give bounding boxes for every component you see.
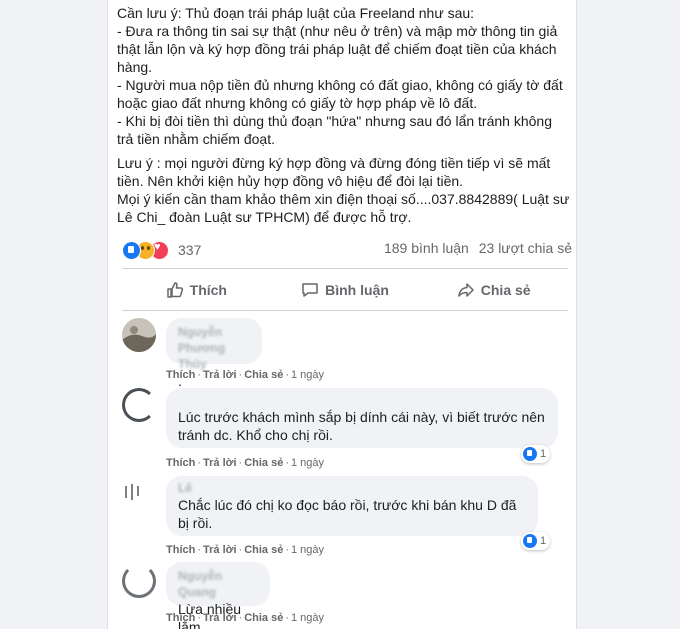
comment-share-link[interactable]: Chia sẻ [244, 544, 283, 556]
comment-item: Lúc trước khách mình sắp bị dính cái này… [122, 388, 562, 472]
comment-like-badge[interactable]: 1 [521, 445, 551, 463]
comment-item: Nguyễn Quang Lừa nhiều lắm Thích · Trả lời… [122, 562, 562, 629]
separator: · [285, 544, 289, 556]
comment-share-link[interactable]: Chia sẻ [244, 612, 283, 624]
post-paragraph: - Khi bị đòi tiền thì dùng thủ đoạn "hứa… [117, 113, 552, 147]
comment-actions: Thích · Trả lời · Chia sẻ · 1 ngày [166, 612, 324, 624]
comment-item: Lê Chắc lúc đó chị ko đọc báo rồi, trước… [122, 476, 562, 560]
comment-reply-link[interactable]: Trả lời [203, 544, 237, 556]
commenter-avatar[interactable] [122, 318, 156, 352]
comment-timestamp[interactable]: 1 ngày [291, 612, 324, 624]
like-icon [523, 534, 537, 548]
comment-button[interactable]: Bình luận [271, 272, 420, 308]
comment-label: Bình luận [325, 282, 389, 298]
comment-bubble: Lê Chắc lúc đó chị ko đọc báo rồi, trước… [166, 476, 538, 536]
comment-share-link[interactable]: Chia sẻ [244, 369, 283, 381]
separator: · [238, 457, 243, 469]
separator: · [238, 544, 243, 556]
comment-timestamp[interactable]: 1 ngày [291, 457, 324, 469]
comment-item: Nguyễn Phương Thủy . Thích · Trả lời · Chia … [122, 318, 562, 389]
comment-like-link[interactable]: Thích [166, 369, 195, 381]
comment-text: Chắc lúc đó chị ko đọc báo rồi, trước kh… [178, 497, 517, 531]
comment-author[interactable]: Lê [178, 480, 192, 496]
comment-count-link[interactable]: 189 bình luận [384, 240, 469, 256]
commenter-avatar[interactable] [122, 564, 156, 598]
separator: · [285, 369, 289, 381]
reaction-summary[interactable]: 337 [122, 240, 201, 260]
comment-like-count: 1 [540, 535, 547, 547]
post-stats: 337 189 bình luận 23 lượt chia sẻ [122, 240, 572, 260]
comment-bubble: Lúc trước khách mình sắp bị dính cái này… [166, 388, 558, 448]
avatar-photo-icon [125, 484, 139, 500]
separator: · [197, 457, 202, 469]
divider [122, 310, 568, 311]
like-reaction-icon [122, 240, 141, 260]
comment-reply-link[interactable]: Trả lời [203, 457, 237, 469]
comment-bubble: Nguyễn Quang Lừa nhiều lắm [166, 562, 270, 629]
share-arrow-icon [458, 283, 474, 297]
separator: · [197, 612, 202, 624]
comment-actions: Thích · Trả lời · Chia sẻ · 1 ngày [166, 369, 324, 381]
comment-actions: Thích · Trả lời · Chia sẻ · 1 ngày [166, 544, 324, 556]
post-body: Cần lưu ý: Thủ đoạn trái pháp luật của F… [117, 4, 572, 226]
separator: · [238, 369, 243, 381]
post-paragraph: Lưu ý : mọi người đừng ký hợp đồng và đừ… [117, 155, 551, 189]
like-icon [523, 447, 537, 461]
separator: · [197, 544, 202, 556]
comment-like-link[interactable]: Thích [166, 612, 195, 624]
comment-bubble: Nguyễn Phương Thủy . [166, 318, 262, 389]
separator: · [238, 612, 243, 624]
comment-share-link[interactable]: Chia sẻ [244, 457, 283, 469]
comment-like-badge[interactable]: 1 [521, 532, 551, 550]
post-paragraph: Mọi ý kiến cần tham khảo thêm xin điện t… [117, 191, 570, 225]
comment-like-link[interactable]: Thích [166, 544, 195, 556]
comment-like-count: 1 [540, 448, 547, 460]
like-label: Thích [189, 282, 227, 298]
comment-reply-link[interactable]: Trả lời [203, 369, 237, 381]
comment-timestamp[interactable]: 1 ngày [291, 369, 324, 381]
reaction-count: 337 [178, 242, 202, 258]
comment-bubble-icon [302, 283, 318, 297]
separator: · [285, 612, 289, 624]
comment-text: Lúc trước khách mình sắp bị dính cái này… [178, 409, 545, 443]
comment-like-link[interactable]: Thích [166, 457, 195, 469]
engagement-counts: 189 bình luận 23 lượt chia sẻ [384, 240, 572, 256]
thumbs-up-icon [166, 282, 183, 298]
post-card: Cần lưu ý: Thủ đoạn trái pháp luật của F… [107, 0, 577, 629]
comment-timestamp[interactable]: 1 ngày [291, 544, 324, 556]
comment-author[interactable]: Nguyễn Quang [178, 568, 258, 600]
commenter-avatar[interactable] [122, 388, 156, 422]
post-actions: Thích Bình luận Chia sẻ [122, 272, 568, 308]
share-button[interactable]: Chia sẻ [419, 272, 568, 308]
share-count-link[interactable]: 23 lượt chia sẻ [479, 240, 572, 256]
separator: · [285, 457, 289, 469]
separator: · [197, 369, 202, 381]
divider [122, 268, 568, 269]
post-paragraph: - Người mua nộp tiền đủ nhưng không có đ… [117, 77, 563, 111]
commenter-avatar[interactable] [122, 476, 156, 510]
like-button[interactable]: Thích [122, 272, 271, 308]
comment-reply-link[interactable]: Trả lời [203, 612, 237, 624]
avatar-photo-icon [122, 318, 156, 352]
post-paragraph: - Đưa ra thông tin sai sự thật (như nêu … [117, 23, 558, 75]
comment-actions: Thích · Trả lời · Chia sẻ · 1 ngày [166, 457, 324, 469]
post-paragraph: Cần lưu ý: Thủ đoạn trái pháp luật của F… [117, 5, 475, 21]
comment-author[interactable]: Nguyễn Phương Thủy [178, 324, 250, 372]
share-label: Chia sẻ [480, 282, 531, 298]
